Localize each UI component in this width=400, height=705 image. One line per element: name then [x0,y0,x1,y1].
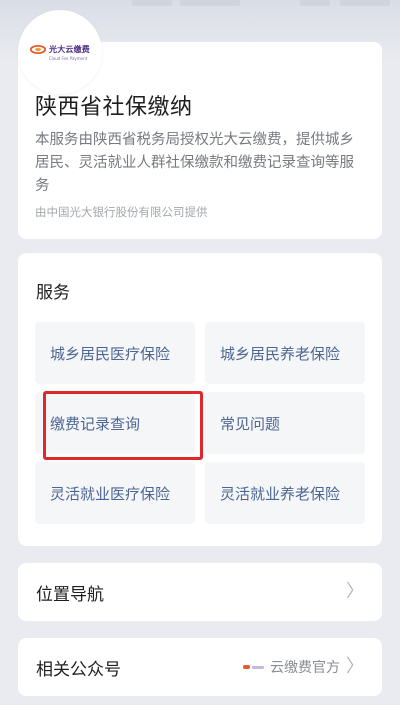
public-account-row[interactable]: 相关公众号 云缴费官方 〉 [18,638,382,696]
service-payment-record-query[interactable]: 缴费记录查询 [35,392,195,454]
service-description: 本服务由陕西省税务局授权光大云缴费，提供城乡居民、灵活就业人群社保缴款和缴费记录… [35,132,354,194]
chevron-right-icon: 〉 [346,581,364,602]
page: 光大云缴费 Cloud Fee Payment 陕西省社保缴纳 本服务由陕西省税… [0,0,400,705]
service-urban-rural-medical[interactable]: 城乡居民医疗保险 [35,322,195,384]
page-title: 陕西省社保缴纳 [35,95,193,120]
location-nav-row[interactable]: 位置导航 〉 [18,563,382,621]
brand-logo-icon [30,44,46,54]
brand-logo: 光大云缴费 Cloud Fee Payment [18,10,102,94]
brand-logo-icon [243,665,264,669]
chevron-right-icon: 〉 [346,656,364,677]
service-urban-rural-pension[interactable]: 城乡居民养老保险 [205,322,365,384]
public-account-value: 云缴费官方 [270,660,340,676]
location-nav-label: 位置导航 [36,584,104,605]
services-heading: 服务 [36,283,70,303]
brand-logo-text: 光大云缴费 [49,44,90,54]
brand-logo-subtitle: Cloud Fee Payment [48,55,88,61]
service-flexible-medical[interactable]: 灵活就业医疗保险 [35,462,195,524]
services-card: 服务 城乡居民医疗保险 城乡居民养老保险 缴费记录查询 常见问题 灵活就业医疗保… [18,253,382,546]
public-account-value-group: 云缴费官方 〉 [243,657,364,677]
provider-text: 由中国光大银行股份有限公司提供 [35,205,208,219]
service-faq[interactable]: 常见问题 [205,392,365,454]
service-flexible-pension[interactable]: 灵活就业养老保险 [205,462,365,524]
services-grid: 城乡居民医疗保险 城乡居民养老保险 缴费记录查询 常见问题 灵活就业医疗保险 灵… [35,322,365,524]
public-account-label: 相关公众号 [36,659,121,680]
